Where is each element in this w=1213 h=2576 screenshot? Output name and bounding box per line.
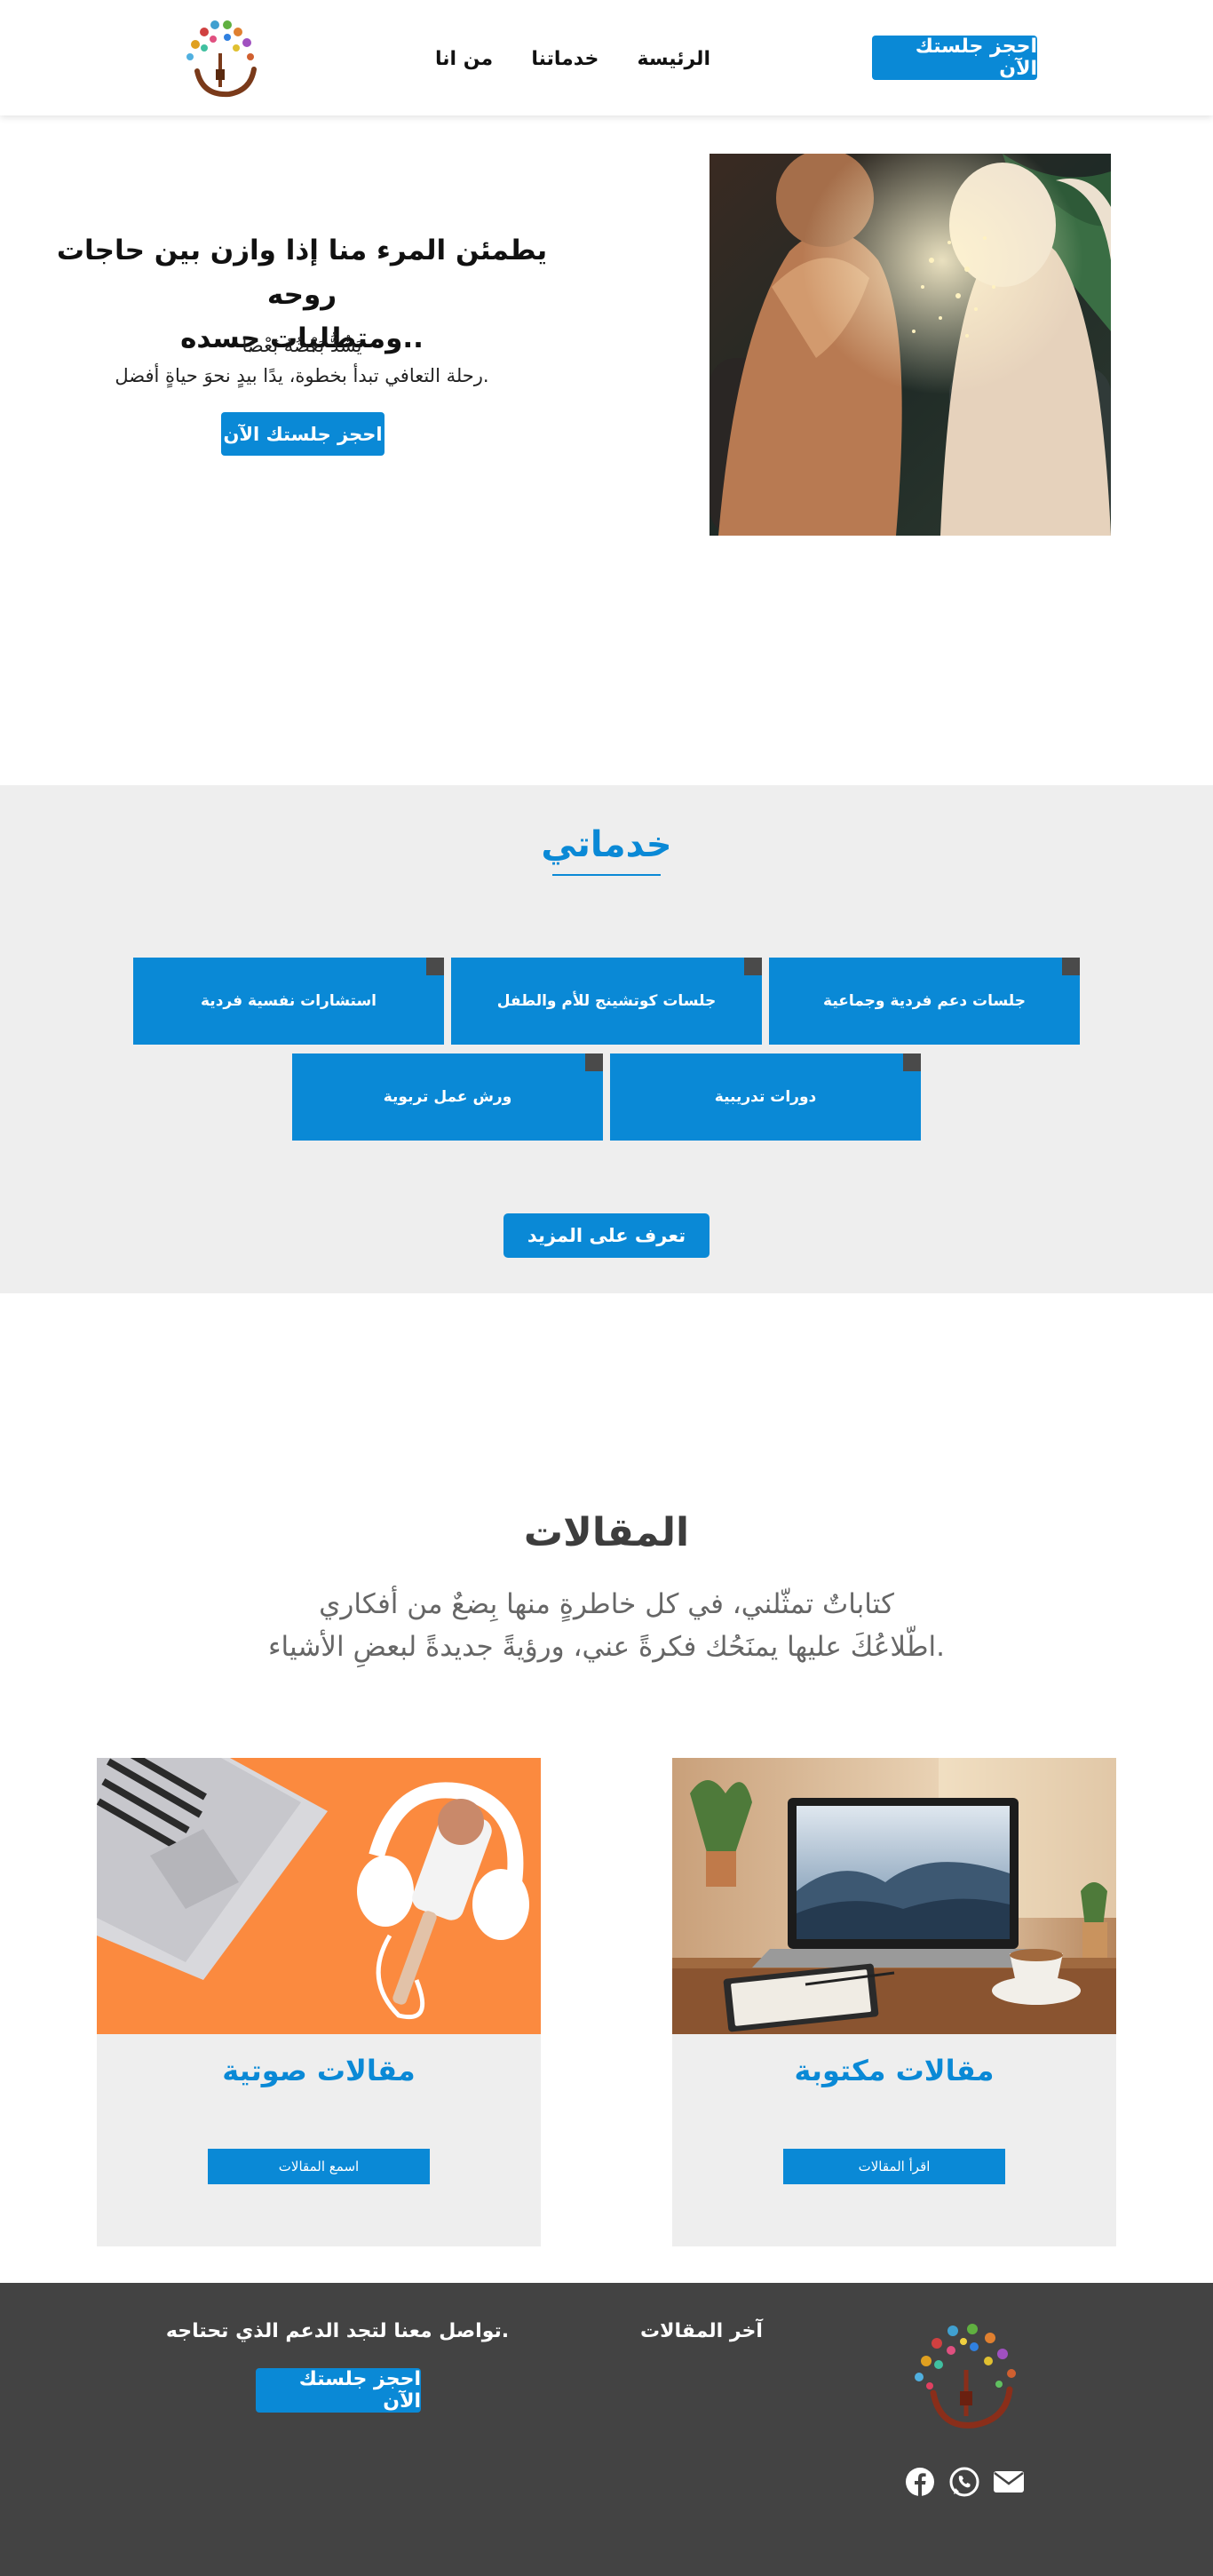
headphones-microphone-image xyxy=(97,1758,541,2034)
service-workshops[interactable]: ورش عمل تربوية xyxy=(292,1053,603,1141)
service-label: ورش عمل تربوية xyxy=(383,1088,512,1106)
services-title[interactable]: خدماتي xyxy=(0,824,1213,865)
latest-articles-heading[interactable]: آخر المقالات xyxy=(613,2320,790,2342)
service-support-sessions[interactable]: جلسات دعم فردية وجماعية xyxy=(769,958,1080,1045)
hero-subtitle: يَشُدُّ بَعْضُهُ بَعْضًا xyxy=(242,335,362,356)
hero-title-line1: يطمئن المرء منا إذا وازن بين حاجات روحه xyxy=(56,235,548,311)
email-icon[interactable] xyxy=(993,2466,1025,2498)
facebook-icon[interactable] xyxy=(904,2466,936,2498)
corner-marker xyxy=(903,1053,921,1071)
site-header: احجز جلستك الآن الرئيسة خدماتنا من انا xyxy=(0,0,1213,115)
laptop-notebook-coffee-image xyxy=(672,1758,1116,2034)
service-label: جلسات دعم فردية وجماعية xyxy=(823,992,1026,1010)
service-coaching-sessions[interactable]: جلسات كوتشينج للأم والطفل xyxy=(451,958,762,1045)
services-title-underline xyxy=(552,874,661,876)
main-nav: الرئيسة خدماتنا من انا xyxy=(435,43,710,75)
articles-title: المقالات xyxy=(523,1510,690,1555)
listen-articles-button[interactable]: اسمع المقالات xyxy=(208,2149,430,2184)
corner-marker xyxy=(585,1053,603,1071)
service-label: جلسات كوتشينج للأم والطفل xyxy=(496,992,717,1010)
nav-item-home[interactable]: الرئيسة xyxy=(638,48,710,70)
footer-book-button[interactable]: احجز جلستك الآن xyxy=(256,2368,421,2413)
service-label: استشارات نفسية فردية xyxy=(201,992,377,1010)
read-articles-button[interactable]: اقرأ المقالات xyxy=(783,2149,1005,2184)
learn-more-button[interactable]: تعرف على المزيد xyxy=(503,1213,710,1258)
article-card-title: مقالات صوتية xyxy=(222,2054,416,2087)
site-footer: آخر المقالات .تواصل معنا لتجد الدعم الذي… xyxy=(0,2283,1213,2576)
tree-logo-icon[interactable] xyxy=(178,18,263,99)
corner-marker xyxy=(744,958,762,975)
services-section: خدماتي جلسات دعم فردية وجماعية جلسات كوت… xyxy=(0,785,1213,1293)
nav-item-services[interactable]: خدماتنا xyxy=(531,48,599,70)
hero-book-button[interactable]: احجز جلستك الآن xyxy=(221,412,385,456)
nav-item-about[interactable]: من انا xyxy=(435,48,493,70)
article-card-audio: مقالات صوتية اسمع المقالات xyxy=(97,1758,541,2246)
article-card-title: مقالات مكتوبة xyxy=(794,2054,995,2087)
hero-image xyxy=(710,154,1111,536)
service-label: دورات تدريبية xyxy=(714,1088,817,1106)
service-training-courses[interactable]: دورات تدريبية xyxy=(610,1053,921,1141)
article-card-written: مقالات مكتوبة اقرأ المقالات xyxy=(672,1758,1116,2246)
corner-marker xyxy=(1062,958,1080,975)
contact-text: .تواصل معنا لتجد الدعم الذي تحتاجه xyxy=(165,2320,510,2342)
whatsapp-icon[interactable] xyxy=(948,2466,980,2498)
book-session-button[interactable]: احجز جلستك الآن xyxy=(872,36,1037,80)
service-psych-consultations[interactable]: استشارات نفسية فردية xyxy=(133,958,444,1045)
corner-marker xyxy=(426,958,444,975)
tree-logo-icon xyxy=(901,2318,1031,2432)
articles-description-line2: .اطّلاعُكَ عليها يمنَحُك فكرةً عني، ورؤي… xyxy=(267,1631,946,1663)
articles-description-line1: كتاباتٌ تمثّلني، في كل خاطرةٍ منها بِضعٌ… xyxy=(319,1588,894,1620)
hero-tagline: .رحلة التعافي تبدأ بخطوة، يدًا بيدٍ نحوَ… xyxy=(115,365,489,386)
